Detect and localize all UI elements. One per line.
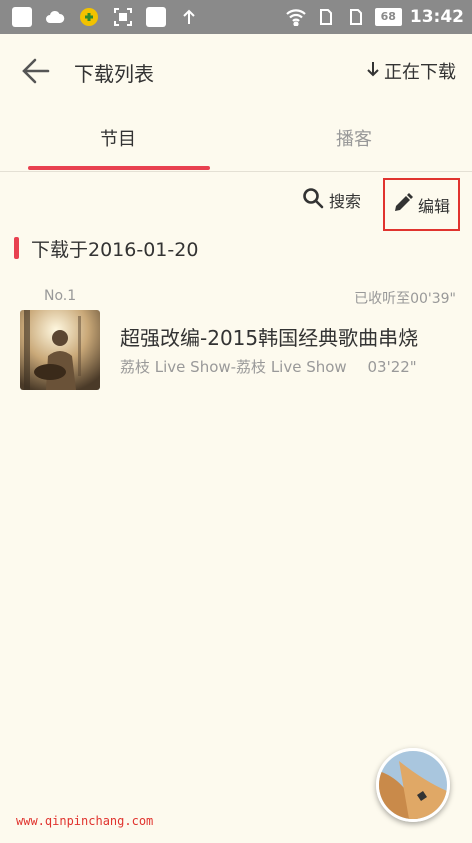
page-title: 下载列表: [74, 62, 154, 86]
section-header: 下载于2016-01-20: [14, 234, 198, 262]
app-header: 下载列表 正在下载: [0, 34, 472, 108]
watermark: www.qinpinchang.com: [16, 814, 154, 828]
status-system: 68 13:42: [285, 6, 464, 28]
cloud-icon: [44, 6, 66, 28]
item-cover-image: [20, 310, 100, 390]
pencil-icon: [393, 192, 413, 217]
download-arrow-icon: [366, 60, 380, 83]
search-label: 搜索: [329, 192, 362, 211]
floating-player-avatar[interactable]: [376, 748, 450, 822]
tab-podcasts[interactable]: 播客: [236, 108, 472, 172]
edit-button[interactable]: 编辑: [383, 178, 460, 231]
item-source: 荔枝 Live Show-荔枝 Live Show: [120, 358, 347, 376]
battery-level: 68: [374, 8, 402, 26]
section-accent-bar: [14, 237, 19, 259]
section-title: 下载于2016-01-20: [31, 238, 199, 261]
search-button[interactable]: 搜索: [302, 186, 361, 214]
notification-app-icon-2: [146, 7, 166, 27]
search-icon: [302, 187, 324, 213]
edit-label: 编辑: [417, 196, 450, 216]
app-badge-icon: [78, 6, 100, 28]
list-toolbar: 搜索 编辑: [0, 176, 472, 232]
screenshot-icon: [112, 6, 134, 28]
sim-signal-icon: [315, 6, 337, 28]
sim-signal-2-icon: [345, 6, 367, 28]
tab-bar: 节目 播客: [0, 108, 472, 172]
status-bar: 68 13:42: [0, 0, 472, 34]
downloading-label: 正在下载: [384, 62, 456, 83]
divider: [0, 171, 472, 172]
notification-app-icon: [12, 7, 32, 27]
active-tab-indicator: [28, 166, 210, 170]
upload-arrow-icon: [178, 6, 200, 28]
tab-programs[interactable]: 节目: [0, 108, 236, 172]
item-listen-progress: 已收听至00'39": [354, 291, 456, 307]
list-item[interactable]: No.1 已收听至00'39" 超强改编-2015韩国经典歌曲串烧 荔枝 Liv…: [0, 282, 472, 398]
downloading-button[interactable]: 正在下载: [366, 58, 456, 84]
wifi-icon: [285, 6, 307, 28]
back-arrow-icon[interactable]: [20, 56, 52, 86]
clock: 13:42: [409, 7, 464, 27]
status-notifications: [12, 6, 200, 28]
item-title: 超强改编-2015韩国经典歌曲串烧: [120, 326, 419, 350]
item-duration: 03'22": [367, 358, 417, 376]
item-index: No.1: [44, 288, 77, 304]
item-meta: 荔枝 Live Show-荔枝 Live Show 03'22": [120, 356, 417, 377]
